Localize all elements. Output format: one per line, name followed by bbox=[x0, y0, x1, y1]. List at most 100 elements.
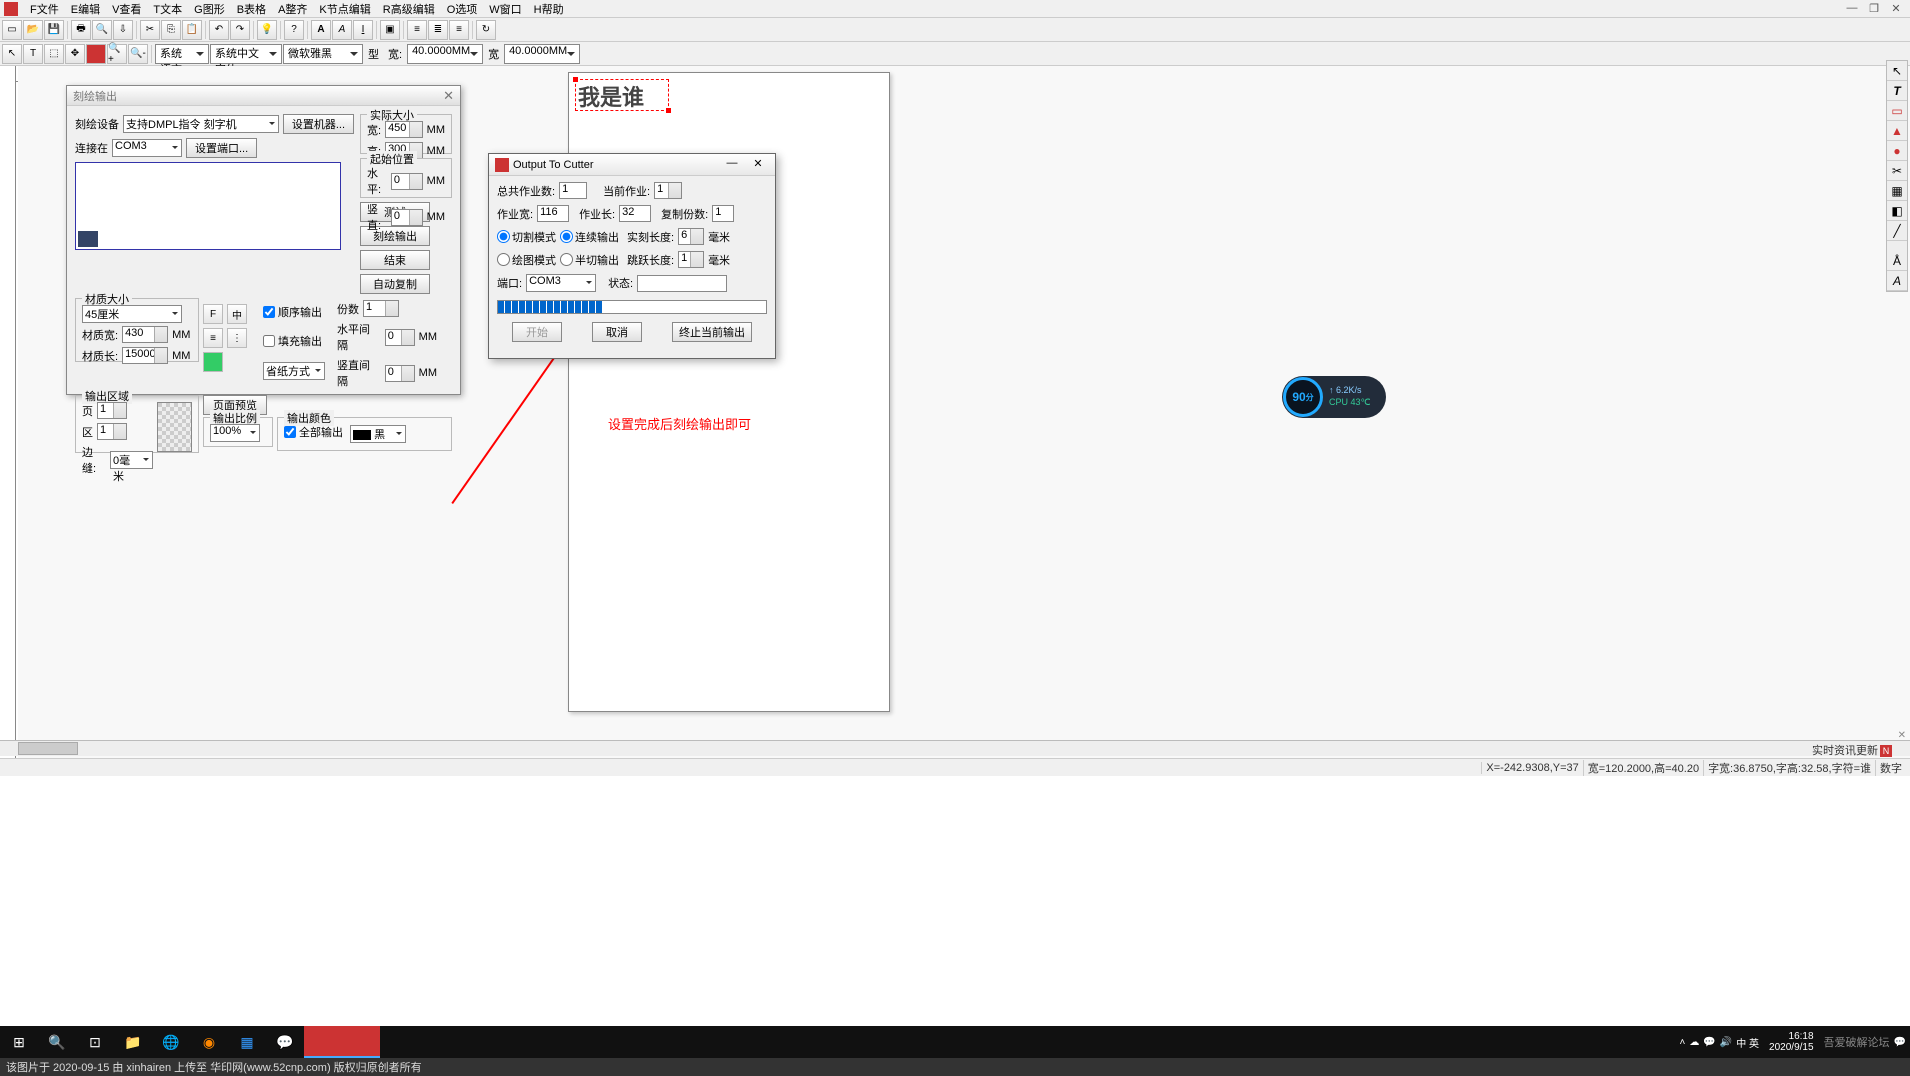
cancel-button[interactable]: 取消 bbox=[592, 322, 642, 342]
menu-window[interactable]: W窗口 bbox=[483, 0, 527, 18]
lang-select[interactable]: 系统语言 bbox=[155, 44, 209, 64]
set-device-button[interactable]: 设置机器... bbox=[283, 114, 354, 134]
redo-icon[interactable]: ↷ bbox=[230, 20, 250, 40]
jump-len-input[interactable]: 1 bbox=[678, 251, 704, 268]
line-tool-icon[interactable]: ╱ bbox=[1887, 221, 1907, 241]
atext-icon[interactable]: Å bbox=[1887, 251, 1907, 271]
align-center-icon[interactable]: ≣ bbox=[428, 20, 448, 40]
export-icon[interactable]: ⇩ bbox=[113, 20, 133, 40]
align-left-icon[interactable]: ≡ bbox=[407, 20, 427, 40]
zoom-in-icon[interactable]: 🔍+ bbox=[107, 44, 127, 64]
window-close-icon[interactable]: ✕ bbox=[1886, 2, 1906, 15]
job-length-input[interactable]: 32 bbox=[619, 205, 651, 222]
scroll-thumb[interactable] bbox=[18, 742, 78, 755]
out-ratio-select[interactable]: 100% bbox=[210, 424, 260, 442]
align-btn-2[interactable]: ⋮ bbox=[227, 328, 247, 348]
start-y-input[interactable]: 0 bbox=[391, 209, 423, 226]
flame-icon[interactable]: ▲ bbox=[1887, 121, 1907, 141]
new-icon[interactable]: ▭ bbox=[2, 20, 22, 40]
menu-options[interactable]: O选项 bbox=[441, 0, 484, 18]
menu-shape[interactable]: G图形 bbox=[188, 0, 231, 18]
explorer-icon[interactable]: 📁 bbox=[114, 1026, 152, 1058]
zoom-out-icon[interactable]: 🔍- bbox=[128, 44, 148, 64]
font-btn-1[interactable]: F bbox=[203, 304, 223, 324]
stop-output-button[interactable]: 终止当前输出 bbox=[672, 322, 752, 342]
mat-length-input[interactable]: 15000 bbox=[122, 347, 168, 364]
open-icon[interactable]: 📂 bbox=[23, 20, 43, 40]
height-select[interactable]: 40.0000MM bbox=[504, 44, 580, 64]
move-tool-icon[interactable]: ✥ bbox=[65, 44, 85, 64]
dialog2-min-icon[interactable]: — bbox=[721, 157, 743, 173]
current-app1-icon[interactable] bbox=[304, 1026, 342, 1058]
wechat-icon[interactable]: 💬 bbox=[266, 1026, 304, 1058]
search-icon[interactable]: 🔍 bbox=[38, 1026, 76, 1058]
sound-icon[interactable]: 🔊 bbox=[1720, 1037, 1732, 1048]
auto-copy-button[interactable]: 自动复制 bbox=[360, 274, 430, 294]
undo-icon[interactable]: ↶ bbox=[209, 20, 229, 40]
window-min-icon[interactable]: — bbox=[1842, 2, 1862, 15]
start-button[interactable]: ⊞ bbox=[0, 1026, 38, 1058]
print-preview-icon[interactable]: 🔍 bbox=[92, 20, 112, 40]
device-select[interactable]: 支持DMPL指令 刻字机 bbox=[123, 115, 279, 133]
vgap-input[interactable]: 0 bbox=[385, 365, 415, 382]
align-right-icon[interactable]: ≡ bbox=[449, 20, 469, 40]
green-button[interactable] bbox=[203, 352, 223, 372]
width-select[interactable]: 40.0000MM bbox=[407, 44, 483, 64]
mat-size-select[interactable]: 45厘米 bbox=[82, 305, 182, 323]
font-family-select[interactable]: 系统中文字体 bbox=[210, 44, 282, 64]
port2-select[interactable]: COM3 bbox=[526, 274, 596, 292]
arrow-tool-icon[interactable]: ↖ bbox=[1887, 61, 1907, 81]
cpu-monitor-widget[interactable]: 90分 ↑ 6.2K/s CPU 43℃ bbox=[1282, 376, 1386, 418]
set-port-button[interactable]: 设置端口... bbox=[186, 138, 257, 158]
select-all-icon[interactable]: ⬚ bbox=[44, 44, 64, 64]
area-input[interactable]: 1 bbox=[97, 423, 127, 440]
menu-node[interactable]: K节点编辑 bbox=[313, 0, 376, 18]
total-jobs-input[interactable]: 1 bbox=[559, 182, 587, 199]
grid-icon[interactable]: ▦ bbox=[1887, 181, 1907, 201]
order-output-checkbox[interactable]: 顺序输出 bbox=[263, 304, 322, 320]
cloud-icon[interactable]: ☁ bbox=[1689, 1037, 1699, 1048]
itext-icon[interactable]: A bbox=[1887, 271, 1907, 291]
all-output-checkbox[interactable]: 全部输出 bbox=[284, 424, 343, 440]
port-select[interactable]: COM3 bbox=[112, 139, 182, 157]
dialog1-close-icon[interactable]: ✕ bbox=[443, 88, 454, 104]
cut-icon[interactable]: ✂ bbox=[140, 20, 160, 40]
notif-icon[interactable]: 💬 bbox=[1894, 1037, 1906, 1048]
start-x-input[interactable]: 0 bbox=[391, 173, 423, 190]
window-restore-icon[interactable]: ❐ bbox=[1864, 2, 1884, 15]
menu-text[interactable]: T文本 bbox=[147, 0, 188, 18]
tray-up-icon[interactable]: ˄ bbox=[1680, 1037, 1686, 1048]
arrow-icon[interactable]: ↖ bbox=[2, 44, 22, 64]
copies-input[interactable]: 1 bbox=[363, 300, 399, 317]
colors-icon[interactable]: ◧ bbox=[1887, 201, 1907, 221]
box-draw-icon[interactable]: ▣ bbox=[380, 20, 400, 40]
page-input[interactable]: 1 bbox=[97, 402, 127, 419]
font-name-select[interactable]: 微软雅黑 bbox=[283, 44, 363, 64]
chrome-icon[interactable]: 🌐 bbox=[152, 1026, 190, 1058]
plot-mode-radio[interactable]: 绘图模式 bbox=[497, 252, 556, 268]
scissor-icon[interactable]: ✂ bbox=[1887, 161, 1907, 181]
menu-table[interactable]: B表格 bbox=[231, 0, 272, 18]
mat-width-input[interactable]: 430 bbox=[122, 326, 168, 343]
clock[interactable]: 16:18 2020/9/15 bbox=[1763, 1031, 1820, 1053]
app2-icon[interactable]: ▦ bbox=[228, 1026, 266, 1058]
msg-icon[interactable]: 💬 bbox=[1703, 1037, 1715, 1048]
circle-tool-icon[interactable]: ● bbox=[1887, 141, 1907, 161]
job-width-input[interactable]: 116 bbox=[537, 205, 569, 222]
font-btn-2[interactable]: 中 bbox=[227, 304, 247, 324]
horizontal-scrollbar[interactable]: ✕ 实时资讯更新N bbox=[0, 740, 1910, 756]
hgap-input[interactable]: 0 bbox=[385, 329, 415, 346]
help-icon[interactable]: ? bbox=[284, 20, 304, 40]
live-news-label[interactable]: ✕ 实时资讯更新N bbox=[1812, 742, 1892, 758]
rect-tool-icon[interactable]: ▭ bbox=[1887, 101, 1907, 121]
news-close-icon[interactable]: ✕ bbox=[1898, 730, 1906, 741]
menu-help[interactable]: H帮助 bbox=[528, 0, 570, 18]
half-cut-radio[interactable]: 半切输出 bbox=[560, 252, 619, 268]
menu-adv[interactable]: R高级编辑 bbox=[377, 0, 441, 18]
dialog2-close-icon[interactable]: ✕ bbox=[747, 157, 769, 173]
copies2-input[interactable]: 1 bbox=[712, 205, 734, 222]
bold-icon[interactable]: A bbox=[311, 20, 331, 40]
current-job-input[interactable]: 1 bbox=[654, 182, 682, 199]
paper-mode-select[interactable]: 省纸方式 bbox=[263, 362, 325, 380]
sample-text-box[interactable]: 我是谁 bbox=[575, 79, 669, 111]
